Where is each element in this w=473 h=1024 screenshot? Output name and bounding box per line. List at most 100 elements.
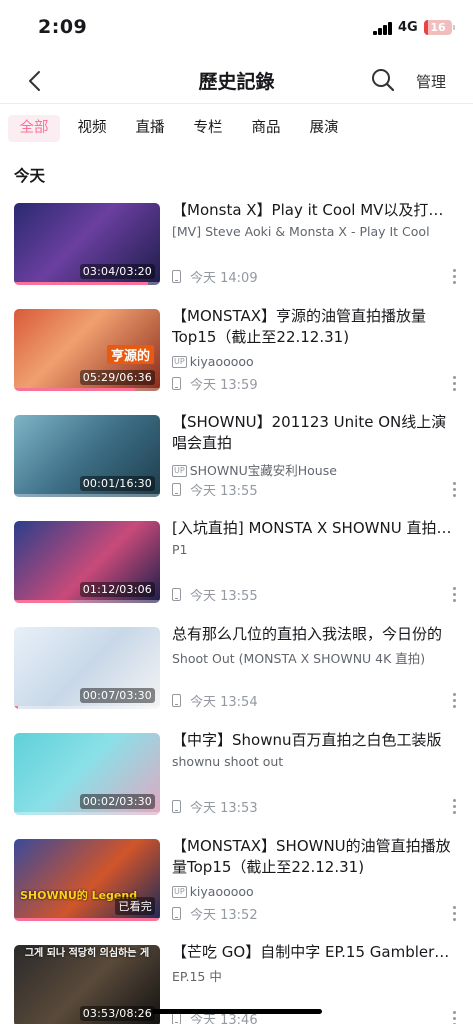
watch-progress-fill <box>14 282 149 285</box>
subtitle-text: SHOWNU宝藏安利House <box>189 463 337 478</box>
watch-time: 今天 13:55 <box>172 480 258 499</box>
watch-progress-fill <box>14 600 71 603</box>
chevron-left-icon <box>29 71 40 91</box>
up-badge: UP <box>172 886 187 898</box>
network-type: 4G <box>398 20 418 35</box>
phone-icon <box>172 377 181 390</box>
video-subtitle: UP SHOWNU宝藏安利House <box>172 460 452 479</box>
back-button[interactable] <box>22 68 48 94</box>
more-menu-button[interactable] <box>451 269 457 285</box>
watch-progress-track <box>14 600 160 603</box>
video-thumbnail[interactable]: 그게 되나 적당히 의심하는 게 03:53/08:26 <box>14 945 160 1024</box>
watch-time-text: 今天 13:53 <box>190 801 258 816</box>
video-title[interactable]: 【MONSTAX】亨源的油管直拍播放量Top15（截止至22.12.31) <box>172 306 458 350</box>
watch-time-text: 今天 13:55 <box>190 484 258 499</box>
watch-time-text: 今天 13:46 <box>190 1013 258 1024</box>
watch-time: 今天 13:55 <box>172 585 258 604</box>
more-menu-button[interactable] <box>451 587 457 603</box>
history-item[interactable]: 01:12/03:06 [入坑直拍] MONSTA X SHOWNU 直拍合集 … <box>0 518 473 624</box>
history-item[interactable]: 03:04/03:20 【Monsta X】Play it Cool MV以及打… <box>0 200 473 306</box>
watch-progress-track <box>14 388 160 391</box>
subtitle-text: P1 <box>172 542 188 557</box>
more-menu-button[interactable] <box>451 482 457 498</box>
more-menu-button[interactable] <box>451 799 457 815</box>
tab-all[interactable]: 全部 <box>8 115 60 142</box>
history-item[interactable]: 00:02/03:30 【中字】Shownu百万直拍之白色工装版 shownu … <box>0 730 473 836</box>
manage-button[interactable]: 管理 <box>416 71 446 92</box>
thumbnail-overlay-text: 亨源的 <box>106 345 154 364</box>
phone-icon <box>172 907 181 920</box>
watch-duration: 00:01/16:30 <box>79 476 155 491</box>
phone-icon <box>172 800 181 813</box>
video-title[interactable]: 【中字】Shownu百万直拍之白色工装版 <box>172 730 458 752</box>
subtitle-text: EP.15 中 <box>172 969 222 984</box>
search-button[interactable] <box>370 67 396 93</box>
watch-time-text: 今天 13:52 <box>190 908 258 923</box>
video-subtitle: UP kiyaooooo <box>172 354 452 369</box>
watch-time-text: 今天 14:09 <box>190 271 258 286</box>
video-subtitle: [MV] Steve Aoki & Monsta X - Play It Coo… <box>172 224 452 239</box>
up-badge: UP <box>172 465 187 477</box>
video-title[interactable]: 【SHOWNU】201123 Unite ON线上演唱会直拍 <box>172 412 458 456</box>
video-thumbnail[interactable]: 00:07/03:30 <box>14 627 160 709</box>
watch-time-text: 今天 13:59 <box>190 378 258 393</box>
phone-icon <box>172 483 181 496</box>
page-title: 歷史記錄 <box>198 71 275 93</box>
history-item[interactable]: SHOWNU的 Legend 已看完 【MONSTAX】SHOWNU的油管直拍播… <box>0 836 473 942</box>
status-time: 2:09 <box>38 16 88 38</box>
video-title[interactable]: [入坑直拍] MONSTA X SHOWNU 直拍合集 <box>172 518 458 540</box>
more-menu-button[interactable] <box>451 906 457 922</box>
tab-show[interactable]: 展演 <box>298 115 350 142</box>
watch-progress-track <box>14 812 160 815</box>
watch-progress-track <box>14 918 160 921</box>
tab-article[interactable]: 专栏 <box>182 115 234 142</box>
history-item[interactable]: 亨源的 05:29/06:36 【MONSTAX】亨源的油管直拍播放量Top15… <box>0 306 473 412</box>
video-subtitle: P1 <box>172 542 452 557</box>
watch-duration: 01:12/03:06 <box>79 582 155 597</box>
filter-tabs: 全部 视频 直播 专栏 商品 展演 <box>0 108 473 148</box>
top-nav: 歷史記錄 管理 <box>0 56 473 104</box>
watch-time: 今天 13:54 <box>172 691 258 710</box>
video-thumbnail[interactable]: SHOWNU的 Legend 已看完 <box>14 839 160 921</box>
home-indicator[interactable] <box>152 1009 322 1014</box>
battery-tip <box>453 25 455 30</box>
video-thumbnail[interactable]: 00:01/16:30 <box>14 415 160 497</box>
history-item[interactable]: 00:01/16:30 【SHOWNU】201123 Unite ON线上演唱会… <box>0 412 473 518</box>
section-title-today: 今天 <box>14 167 46 185</box>
phone-icon <box>172 588 181 601</box>
subtitle-text: Shoot Out (MONSTA X SHOWNU 4K 直拍) <box>172 651 426 666</box>
video-title[interactable]: 【芒吃 GO】自制中字 EP.15 Gambler系列 <box>172 942 458 964</box>
watch-time: 今天 13:59 <box>172 374 258 393</box>
more-menu-button[interactable] <box>451 693 457 709</box>
video-thumbnail[interactable]: 亨源的 05:29/06:36 <box>14 309 160 391</box>
watch-time-text: 今天 13:54 <box>190 695 258 710</box>
battery-level: 16 <box>430 21 446 34</box>
video-subtitle: shownu shoot out <box>172 754 452 769</box>
watch-progress-track <box>14 494 160 497</box>
watch-time: 今天 13:52 <box>172 904 258 923</box>
phone-icon <box>172 270 181 283</box>
watch-progress-fill <box>14 388 136 391</box>
tab-video[interactable]: 视频 <box>66 115 118 142</box>
video-thumbnail[interactable]: 01:12/03:06 <box>14 521 160 603</box>
watch-time: 今天 13:53 <box>172 797 258 816</box>
subtitle-text: [MV] Steve Aoki & Monsta X - Play It Coo… <box>172 224 430 239</box>
watch-progress-fill <box>14 706 19 709</box>
video-thumbnail[interactable]: 00:02/03:30 <box>14 733 160 815</box>
watch-duration: 00:07/03:30 <box>79 688 155 703</box>
video-thumbnail[interactable]: 03:04/03:20 <box>14 203 160 285</box>
watch-duration: 00:02/03:30 <box>79 794 155 809</box>
watch-progress-fill <box>14 494 16 497</box>
history-item[interactable]: 00:07/03:30 总有那么几位的直拍入我法眼，今日份的 Shoot Out… <box>0 624 473 730</box>
more-menu-button[interactable] <box>451 1011 457 1024</box>
video-title[interactable]: 【Monsta X】Play it Cool MV以及打歌舞台 <box>172 200 458 222</box>
video-title[interactable]: 总有那么几位的直拍入我法眼，今日份的 <box>172 624 458 646</box>
video-title[interactable]: 【MONSTAX】SHOWNU的油管直拍播放量Top15（截止至22.12.31… <box>172 836 458 880</box>
watch-progress-fill <box>14 812 16 815</box>
up-badge: UP <box>172 356 187 368</box>
status-bar: 2:09 4G 16 <box>0 0 473 56</box>
video-subtitle: Shoot Out (MONSTA X SHOWNU 4K 直拍) <box>172 648 452 667</box>
tab-goods[interactable]: 商品 <box>240 115 292 142</box>
tab-live[interactable]: 直播 <box>124 115 176 142</box>
more-menu-button[interactable] <box>451 376 457 392</box>
